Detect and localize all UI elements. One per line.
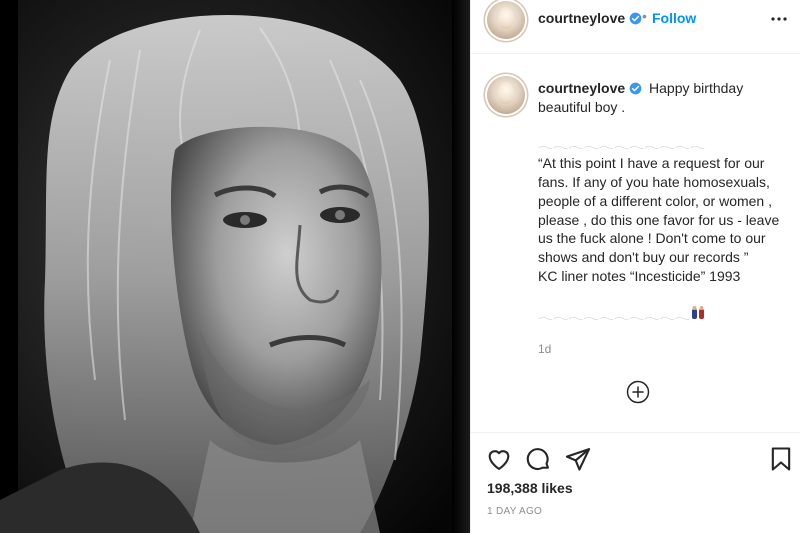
post-photo[interactable] bbox=[0, 0, 470, 533]
post-timestamp: 1 DAY AGO bbox=[487, 506, 543, 517]
more-options-icon[interactable] bbox=[769, 9, 789, 29]
author-username[interactable]: courtneylove bbox=[538, 10, 642, 26]
heart-icon[interactable] bbox=[485, 445, 513, 473]
comment-icon[interactable] bbox=[524, 445, 552, 473]
caption-quote: “At this point I have a request for our … bbox=[538, 155, 784, 266]
caption-timestamp: 1d bbox=[538, 342, 552, 356]
emoji-row-1: 𓂃𓂃𓂃𓂃𓂃𓂃𓂃𓂃𓂃𓂃𓂃 bbox=[538, 136, 706, 152]
verified-badge-icon bbox=[629, 82, 642, 95]
portrait-image bbox=[0, 0, 470, 533]
caption-text-line1: Happy birthday bbox=[649, 80, 744, 96]
likes-count[interactable]: 198,388 likes bbox=[487, 480, 573, 496]
caption-text-line2: beautiful boy . bbox=[538, 98, 626, 115]
share-icon[interactable] bbox=[564, 445, 592, 473]
figures-emoji-icon bbox=[691, 305, 704, 319]
caption-avatar[interactable] bbox=[487, 76, 525, 114]
post-sidebar: courtneylove • Follow courtneylove Happy… bbox=[470, 0, 800, 533]
separator-dot: • bbox=[642, 8, 647, 24]
emoji-row-2: 𓂃𓂃𓂃𓂃𓂃𓂃𓂃𓂃𓂃𓂃 bbox=[538, 306, 690, 322]
bookmark-icon[interactable] bbox=[767, 445, 795, 473]
post-caption: courtneylove Happy birthday beautiful bo… bbox=[538, 79, 788, 324]
post-header: courtneylove • Follow bbox=[471, 0, 800, 54]
caption-username[interactable]: courtneylove bbox=[538, 80, 642, 96]
author-avatar[interactable] bbox=[487, 1, 525, 39]
add-circle-icon[interactable] bbox=[626, 380, 650, 404]
post-actions: 198,388 likes 1 DAY AGO bbox=[471, 432, 800, 533]
follow-button[interactable]: Follow bbox=[652, 10, 696, 26]
verified-badge-icon bbox=[629, 12, 642, 25]
caption-attribution: KC liner notes “Incesticide” 1993 bbox=[538, 267, 741, 284]
